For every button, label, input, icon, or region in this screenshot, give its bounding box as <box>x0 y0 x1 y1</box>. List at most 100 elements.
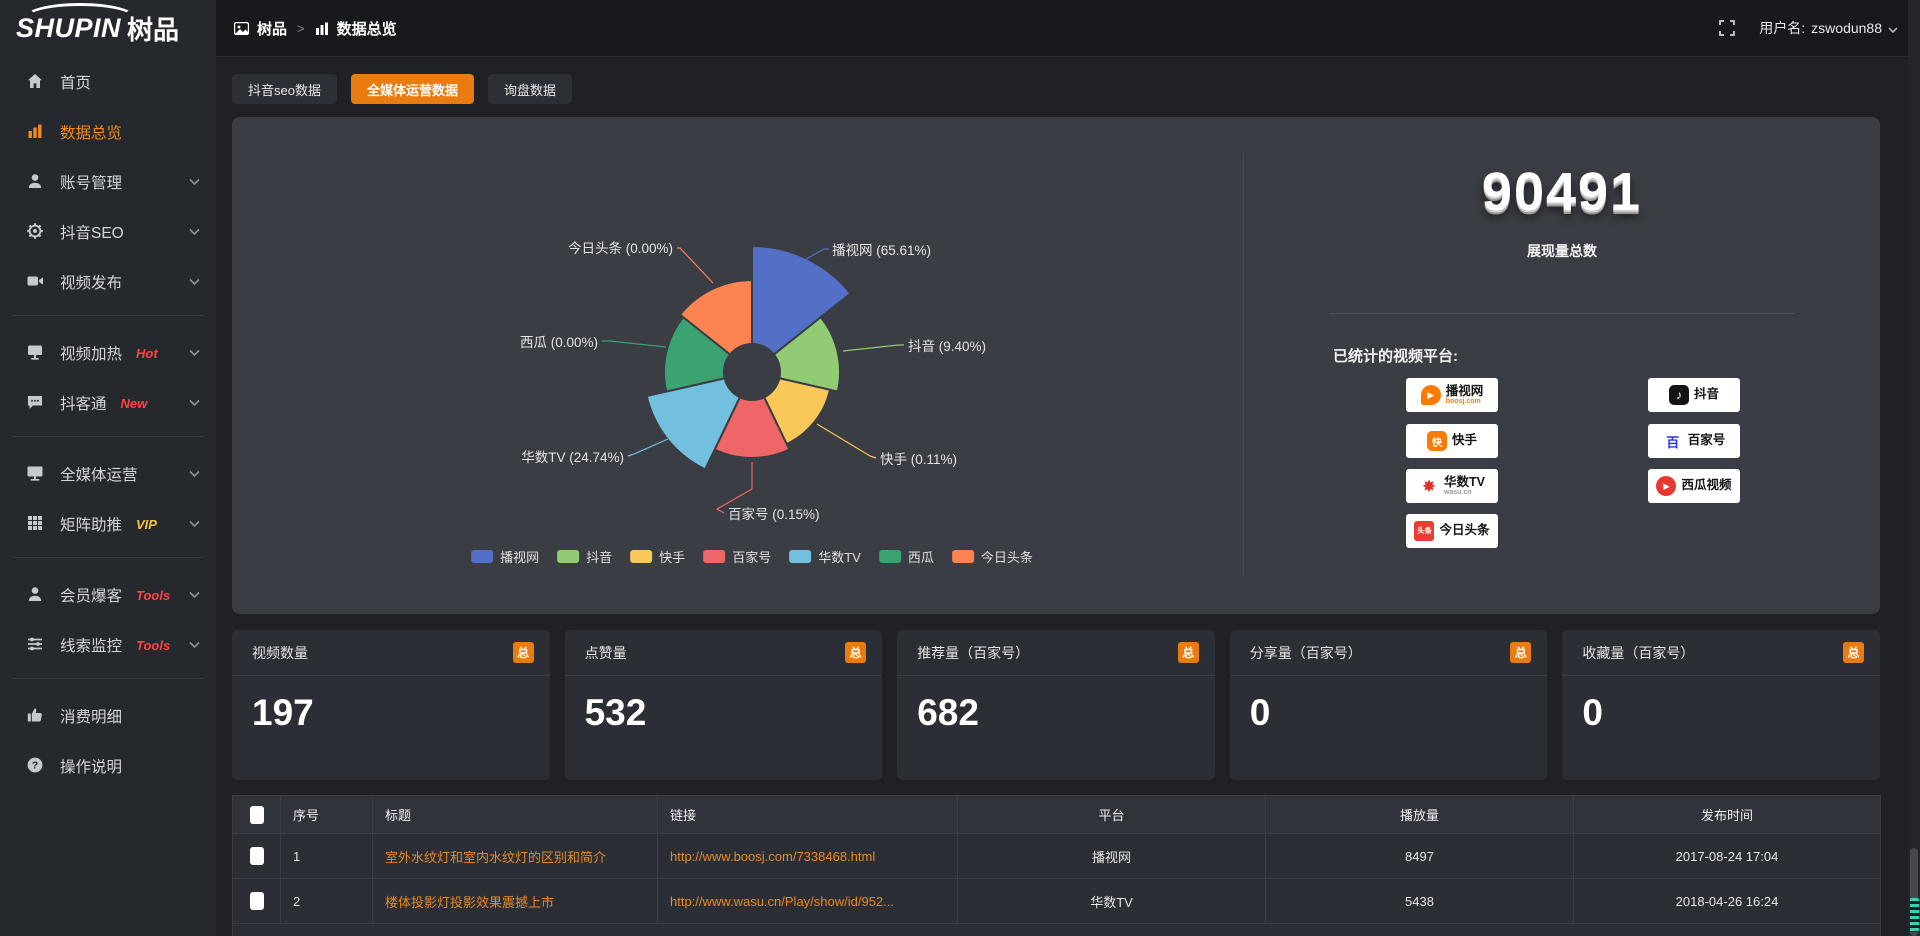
sidebar-item-label: 抖客通 <box>60 392 107 414</box>
total-impressions-value: 90491 <box>1244 161 1880 223</box>
sidebar-item-账号管理[interactable]: 账号管理 <box>0 157 216 207</box>
chevron-down-icon <box>189 521 200 528</box>
row-checkbox[interactable] <box>250 892 264 910</box>
sidebar-item-操作说明[interactable]: ? 操作说明 <box>0 741 216 791</box>
legend-item-抖音[interactable]: 抖音 <box>557 547 612 566</box>
legend-item-播视网[interactable]: 播视网 <box>471 547 539 566</box>
platform-name: 今日头条 <box>1439 524 1489 537</box>
sidebar-item-抖客通[interactable]: 抖客通New <box>0 378 216 428</box>
chevron-down-icon <box>189 279 200 286</box>
platforms-label: 已统计的视频平台: <box>1333 345 1458 366</box>
grid-icon <box>26 514 46 534</box>
fullscreen-icon[interactable] <box>1719 20 1735 36</box>
logo-arc-decoration <box>24 3 136 33</box>
platform-badge-今日头条: 头条今日头条 <box>1406 514 1498 548</box>
sidebar-item-badge: Tools <box>136 588 170 603</box>
sidebar-item-线索监控[interactable]: 线索监控Tools <box>0 620 216 670</box>
cell-link[interactable]: http://www.boosj.com/7338468.html <box>658 834 958 879</box>
sidebar-item-全媒体运营[interactable]: 全媒体运营 <box>0 449 216 499</box>
main-content: 抖音seo数据全媒体运营数据询盘数据 播视网 (65.61%)抖音 (9.40%… <box>232 57 1880 936</box>
pie-slice-label-华数TV: 华数TV (24.74%) <box>521 446 624 466</box>
platform-name: 抖音 <box>1694 388 1719 401</box>
legend-swatch <box>789 550 811 563</box>
legend-item-百家号[interactable]: 百家号 <box>703 547 771 566</box>
sidebar-item-会员爆客[interactable]: 会员爆客Tools <box>0 570 216 620</box>
stat-card-header: 收藏量（百家号）总 <box>1562 630 1880 676</box>
legend-label: 西瓜 <box>908 547 934 566</box>
app-root: SHUPIN 树品 首页数据总览账号管理抖音SEO视频发布视频加热Hot抖客通N… <box>0 0 1920 936</box>
stat-card-视频数量: 视频数量总197 <box>232 630 550 780</box>
legend-label: 播视网 <box>500 547 539 566</box>
chart-legend: 播视网 抖音快手百家号华数TV 西瓜 今日头条 <box>471 547 1033 566</box>
platform-badge-text: 华数TVwasu.cn <box>1444 476 1485 496</box>
legend-swatch <box>471 550 493 563</box>
legend-item-西瓜[interactable]: 西瓜 <box>879 547 934 566</box>
cell-views: 8497 <box>1266 834 1574 879</box>
sidebar-divider <box>12 557 204 558</box>
tab-抖音seo数据[interactable]: 抖音seo数据 <box>232 74 337 104</box>
boosj-logo-icon: ▶ <box>1421 385 1441 405</box>
table-header-链接: 链接 <box>658 796 958 834</box>
cell-publish-time: 2017-08-24 17:04 <box>1574 834 1881 879</box>
legend-label: 今日头条 <box>981 547 1033 566</box>
tab-全媒体运营数据[interactable]: 全媒体运营数据 <box>351 74 474 104</box>
sidebar-item-消费明细[interactable]: 消费明细 <box>0 691 216 741</box>
legend-swatch <box>879 550 901 563</box>
sidebar-item-label: 矩阵助推 <box>60 513 122 535</box>
sidebar-item-label: 首页 <box>60 71 91 93</box>
platform-badge-text: 播视网boosj.com <box>1446 385 1484 405</box>
cell-title[interactable]: 楼体投影灯投影效果震撼上市 <box>373 879 658 924</box>
sidebar-item-label: 操作说明 <box>60 755 122 777</box>
tab-询盘数据[interactable]: 询盘数据 <box>488 74 572 104</box>
legend-label: 抖音 <box>586 547 612 566</box>
stat-card-header: 推荐量（百家号）总 <box>897 630 1215 676</box>
legend-item-今日头条[interactable]: 今日头条 <box>952 547 1033 566</box>
toutiao-logo-icon: 头条 <box>1414 521 1434 541</box>
stat-card-推荐量（百家号）: 推荐量（百家号）总682 <box>897 630 1215 780</box>
topbar-right: 用户名: zswodun88 <box>1719 18 1898 38</box>
chevron-down-icon <box>189 471 200 478</box>
sidebar-divider <box>12 315 204 316</box>
sidebar-menu: 首页数据总览账号管理抖音SEO视频发布视频加热Hot抖客通New 全媒体运营矩阵助… <box>0 57 216 791</box>
stat-card-value: 0 <box>1230 676 1548 734</box>
sidebar-item-矩阵助推[interactable]: 矩阵助推VIP <box>0 499 216 549</box>
topbar: 树品 > 数据总览 用户名: zswodun88 <box>216 0 1920 57</box>
user-menu[interactable]: 用户名: zswodun88 <box>1759 18 1898 38</box>
platform-badge-快手: 快快手 <box>1406 424 1498 458</box>
platform-subtext: wasu.cn <box>1444 489 1485 496</box>
svg-text:?: ? <box>32 760 38 772</box>
sidebar: SHUPIN 树品 首页数据总览账号管理抖音SEO视频发布视频加热Hot抖客通N… <box>0 0 216 936</box>
legend-item-快手[interactable]: 快手 <box>630 547 685 566</box>
sidebar-item-视频发布[interactable]: 视频发布 <box>0 257 216 307</box>
platform-subtext: boosj.com <box>1446 398 1484 405</box>
sidebar-item-label: 全媒体运营 <box>60 463 138 485</box>
sidebar-item-抖音SEO[interactable]: 抖音SEO <box>0 207 216 257</box>
sidebar-item-首页[interactable]: 首页 <box>0 57 216 107</box>
row-checkbox-cell <box>233 924 1881 936</box>
baijiahao-logo-icon: 百 <box>1663 431 1683 451</box>
chat-icon <box>26 393 46 413</box>
platform-name: 快手 <box>1452 434 1477 447</box>
sidebar-item-视频加热[interactable]: 视频加热Hot <box>0 328 216 378</box>
kuaishou-logo-icon: 快 <box>1427 431 1447 451</box>
total-badge: 总 <box>513 642 534 663</box>
legend-item-华数TV[interactable]: 华数TV <box>789 547 861 566</box>
breadcrumb-current[interactable]: 数据总览 <box>337 18 397 39</box>
cell-views: 5438 <box>1266 879 1574 924</box>
table-row: 1室外水纹灯和室内水纹灯的区别和简介http://www.boosj.com/7… <box>233 834 1881 879</box>
sidebar-item-数据总览[interactable]: 数据总览 <box>0 107 216 157</box>
consumption-icon <box>26 706 46 726</box>
app-logo[interactable]: SHUPIN 树品 <box>0 0 216 57</box>
pie-slice-label-今日头条: 今日头条 (0.00%) <box>568 237 673 257</box>
cell-title[interactable]: 室外水纹灯和室内水纹灯的区别和简介 <box>373 834 658 879</box>
breadcrumb-root[interactable]: 树品 <box>257 18 287 39</box>
stat-card-title: 视频数量 <box>252 643 308 663</box>
row-checkbox[interactable] <box>250 847 264 865</box>
pie-label-line <box>806 249 829 259</box>
pie-slice-华数TV[interactable] <box>647 378 740 469</box>
legend-swatch <box>557 550 579 563</box>
platform-badge-text: 今日头条 <box>1439 524 1489 537</box>
platform-badge-抖音: ♪抖音 <box>1648 378 1740 412</box>
cell-link[interactable]: http://www.wasu.cn/Play/show/id/952... <box>658 879 958 924</box>
select-all-checkbox[interactable] <box>250 806 264 824</box>
